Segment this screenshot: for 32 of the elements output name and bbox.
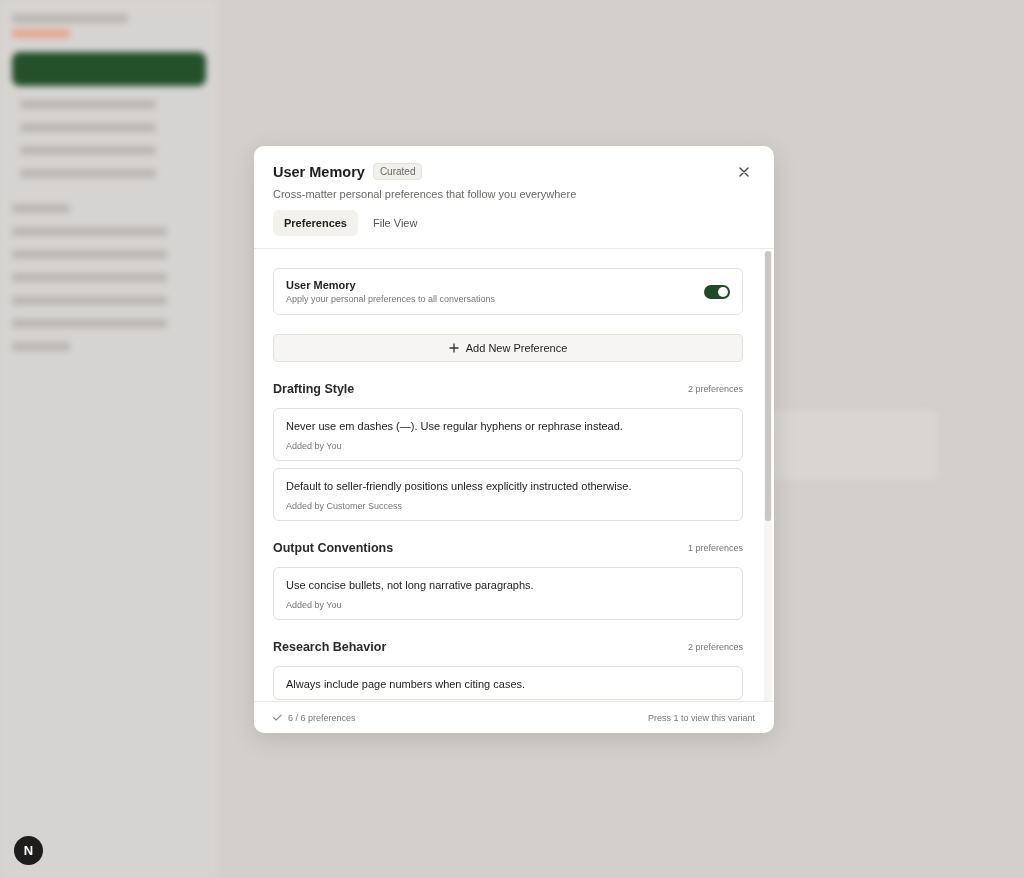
variant-hint: Press 1 to view this variant	[647, 712, 755, 723]
preference-count: 2 preferences	[687, 384, 743, 394]
section-title: Output Conventions	[273, 541, 394, 555]
scrollbar-thumb[interactable]	[765, 251, 771, 521]
section-title: Research Behavior	[273, 640, 387, 654]
preference-card[interactable]: Default to seller-friendly positions unless explicitly instructed otherwise. Added by Customer Success	[273, 468, 743, 521]
preference-card[interactable]: Never use em dashes (—). Use regular hyphens or rephrase instead. Added by You	[273, 408, 743, 461]
preference-author: Added by You	[286, 441, 343, 451]
close-icon[interactable]	[739, 166, 749, 177]
section-title: Drafting Style	[273, 382, 355, 396]
plus-icon	[448, 343, 459, 353]
preference-author: Added by You	[286, 600, 343, 610]
preference-text: Use concise bullets, not long narrative paragraphs.	[286, 579, 535, 591]
preference-text: Always include page numbers when citing cases.	[286, 678, 527, 690]
preference-text: Default to seller-friendly positions unless explicitly instructed otherwise.	[286, 480, 633, 492]
preference-text: Never use em dashes (—). Use regular hyphens or rephrase instead.	[286, 420, 624, 432]
dialog-subtitle: Cross-matter personal preferences that follow you everywhere	[273, 188, 578, 200]
preference-card[interactable]: Use concise bullets, not long narrative paragraphs. Added by You	[273, 567, 743, 620]
preference-count: 1 preferences	[687, 543, 743, 553]
setting-description: Apply your personal preferences to all conversations	[286, 294, 497, 304]
toggle-switch[interactable]	[704, 284, 730, 299]
preference-author: Added by Customer Success	[286, 501, 404, 511]
tab[interactable]: Preferences	[273, 210, 358, 236]
setting-title: User Memory	[286, 279, 357, 291]
tab[interactable]: File View	[362, 210, 429, 236]
preference-count: 2 preferences	[687, 642, 743, 652]
add-preference-button[interactable]: Add New Preference	[273, 334, 743, 362]
preference-card[interactable]: Always include page numbers when citing cases.	[273, 666, 743, 700]
curated-badge: Curated	[372, 163, 423, 180]
dialog-title: User Memory	[273, 163, 365, 180]
check-icon	[273, 714, 282, 721]
preference-total: 6 / 6 preferences	[288, 712, 356, 723]
